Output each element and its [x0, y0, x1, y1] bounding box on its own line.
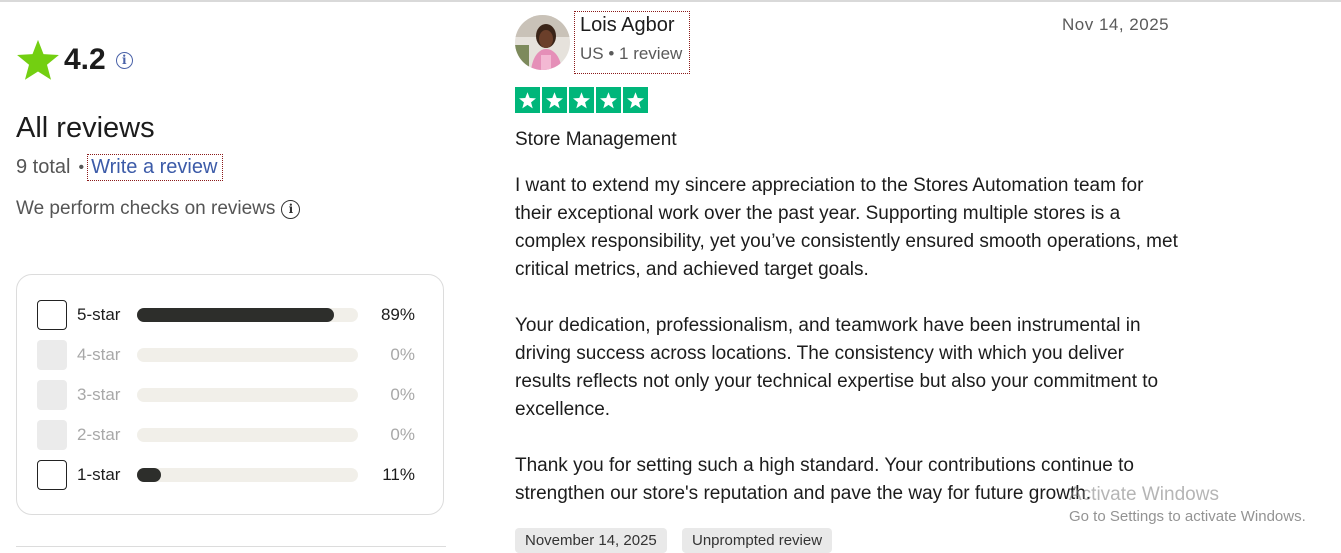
write-review-link[interactable]: Write a review: [87, 154, 224, 181]
review-body: I want to extend my sincere appreciation…: [515, 172, 1185, 508]
checks-text: We perform checks on reviews: [16, 198, 276, 219]
progress-fill: [137, 308, 334, 322]
rating-distribution: 5-star 89% 4-star 0% 3-star 0% 2-star 0%…: [16, 274, 444, 515]
separator-dot: •: [78, 158, 85, 176]
star-icon: [569, 87, 594, 113]
percent-label: 0%: [390, 345, 415, 364]
star-rating: [515, 87, 648, 113]
percent-label: 0%: [390, 425, 415, 444]
star-label: 1-star: [77, 465, 121, 484]
filter-checkbox[interactable]: [37, 300, 67, 330]
distribution-row-1-star[interactable]: 1-star 11%: [37, 460, 427, 490]
star-label: 4-star: [77, 345, 121, 364]
star-label: 5-star: [77, 305, 121, 324]
percent-label: 89%: [380, 305, 415, 324]
filter-checkbox: [37, 380, 67, 410]
distribution-row-5-star[interactable]: 5-star 89%: [37, 300, 427, 330]
windows-activation-subtitle: Go to Settings to activate Windows.: [1069, 508, 1306, 525]
info-icon[interactable]: i: [281, 199, 301, 219]
filter-checkbox: [37, 340, 67, 370]
percent-label: 0%: [390, 385, 415, 404]
filter-checkbox[interactable]: [37, 460, 67, 490]
progress-track: [137, 348, 358, 362]
reviewer-info[interactable]: Lois Agbor US • 1 review: [574, 11, 690, 74]
divider: [16, 546, 446, 547]
checks-notice: We perform checks on reviews i: [16, 198, 301, 220]
star-icon: [596, 87, 621, 113]
filter-checkbox: [37, 420, 67, 450]
star-icon: [542, 87, 567, 113]
progress-track: [137, 388, 358, 402]
review-paragraph: Your dedication, professionalism, and te…: [515, 315, 1159, 420]
review-paragraph: I want to extend my sincere appreciation…: [515, 175, 1178, 280]
total-row: 9 total • Write a review: [16, 154, 224, 181]
progress-fill: [137, 468, 162, 482]
info-icon[interactable]: i: [115, 51, 133, 69]
star-label: 2-star: [77, 425, 121, 444]
star-label: 3-star: [77, 385, 121, 404]
distribution-row-4-star: 4-star 0%: [37, 340, 427, 370]
distribution-row-2-star: 2-star 0%: [37, 420, 427, 450]
progress-track: [137, 308, 358, 322]
rating-value: 4.2: [64, 43, 106, 76]
avatar-image: [515, 15, 570, 70]
progress-track: [137, 428, 358, 442]
star-icon: [17, 39, 59, 80]
progress-track: [137, 468, 358, 482]
unprompted-badge: Unprompted review: [682, 528, 833, 553]
top-divider: [0, 0, 1341, 2]
review-date: Nov 14, 2025: [1062, 15, 1170, 34]
overall-rating: 4.2 i: [16, 38, 133, 82]
reviewer-meta: US • 1 review: [580, 44, 683, 63]
total-count: 9 total: [16, 156, 71, 178]
star-icon: [623, 87, 648, 113]
distribution-row-3-star: 3-star 0%: [37, 380, 427, 410]
windows-activation-title: Activate Windows: [1069, 484, 1219, 505]
star-icon: [515, 87, 540, 113]
review-title: Store Management: [515, 129, 677, 150]
date-badge: November 14, 2025: [515, 528, 667, 553]
reviewer-name[interactable]: Lois Agbor: [580, 14, 675, 37]
page-title: All reviews: [16, 112, 155, 144]
avatar[interactable]: [515, 15, 570, 70]
percent-label: 11%: [382, 465, 415, 484]
